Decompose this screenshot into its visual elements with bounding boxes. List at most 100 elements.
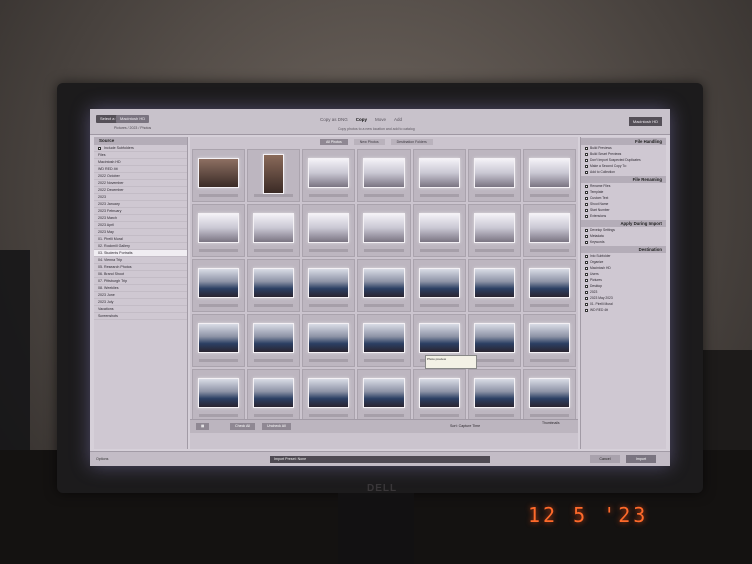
checkbox-icon[interactable] (585, 260, 588, 264)
checkbox-icon[interactable] (585, 202, 588, 206)
photo-thumbnail[interactable] (302, 149, 356, 202)
folder-item[interactable]: 2022 November (94, 180, 187, 187)
section-header[interactable]: File Handling (581, 138, 666, 145)
photo-thumbnail[interactable] (467, 369, 521, 422)
checkbox-icon[interactable] (585, 266, 588, 270)
checkbox-icon[interactable] (98, 146, 101, 150)
photo-thumbnail[interactable] (247, 149, 301, 202)
include-subfolders-toggle[interactable]: Include Subfolders (94, 145, 187, 152)
tab-new-photos[interactable]: New Photos (353, 139, 385, 145)
photo-thumbnail[interactable] (192, 369, 246, 422)
grid-view-button[interactable]: ▦ (196, 423, 210, 430)
uncheck-all-button[interactable]: Uncheck All (262, 423, 291, 430)
folder-item[interactable]: 2022 October (94, 173, 187, 180)
sort-control[interactable]: Sort: Capture Time (450, 424, 480, 428)
folder-item[interactable]: 2023 February (94, 208, 187, 215)
photo-thumbnail[interactable] (412, 204, 466, 257)
check-all-button[interactable]: Check All (230, 423, 255, 430)
folder-item[interactable]: 2023 June (94, 292, 187, 299)
photo-thumbnail[interactable] (302, 314, 356, 367)
tab-destination-folders[interactable]: Destination Folders (390, 139, 433, 145)
checkbox-icon[interactable] (585, 228, 588, 232)
cancel-button[interactable]: Cancel (590, 455, 620, 463)
tab-all-photos[interactable]: All Photos (320, 139, 348, 145)
thumbnail-size-slider[interactable]: Thumbnails (542, 421, 560, 425)
photo-thumbnail[interactable] (522, 149, 576, 202)
photo-thumbnail[interactable] (357, 259, 411, 312)
photo-thumbnail[interactable] (522, 204, 576, 257)
folder-item[interactable]: 2023 January (94, 201, 187, 208)
option-row[interactable]: Add to Collection (581, 169, 666, 175)
photo-thumbnail[interactable] (357, 204, 411, 257)
section-header[interactable]: File Renaming (581, 176, 666, 183)
photo-thumbnail[interactable] (357, 149, 411, 202)
checkbox-icon[interactable] (585, 146, 588, 150)
checkbox-icon[interactable] (585, 208, 588, 212)
folder-item[interactable]: 08. Weeklies (94, 285, 187, 292)
checkbox-icon[interactable] (585, 284, 588, 288)
checkbox-icon[interactable] (585, 308, 588, 312)
photo-thumbnail[interactable] (357, 369, 411, 422)
photo-thumbnail[interactable] (522, 259, 576, 312)
folder-item[interactable]: WD RED 4tt (94, 166, 187, 173)
checkbox-icon[interactable] (585, 158, 588, 162)
photo-thumbnail[interactable] (192, 204, 246, 257)
folder-item[interactable]: 02. Rockmill Gallery (94, 243, 187, 250)
mode-copy-as-dng[interactable]: Copy as DNG (320, 117, 348, 122)
checkbox-icon[interactable] (585, 152, 588, 156)
checkbox-icon[interactable] (585, 302, 588, 306)
source-drive[interactable]: Macintosh HD (116, 115, 150, 123)
photo-thumbnail[interactable] (302, 204, 356, 257)
section-header[interactable]: Destination (581, 246, 666, 253)
import-button[interactable]: Import (626, 455, 656, 463)
photo-thumbnail[interactable] (192, 314, 246, 367)
photo-thumbnail[interactable] (302, 369, 356, 422)
checkbox-icon[interactable] (585, 184, 588, 188)
mode-copy[interactable]: Copy (356, 117, 367, 122)
checkbox-icon[interactable] (585, 214, 588, 218)
checkbox-icon[interactable] (585, 240, 588, 244)
checkbox-icon[interactable] (585, 190, 588, 194)
folder-item[interactable]: Screenshots (94, 313, 187, 320)
checkbox-icon[interactable] (585, 170, 588, 174)
mode-move[interactable]: Move (375, 117, 386, 122)
photo-thumbnail[interactable] (412, 259, 466, 312)
checkbox-icon[interactable] (585, 278, 588, 282)
source-panel-title[interactable]: Source (94, 137, 187, 145)
folder-item[interactable]: Macintosh HD (94, 159, 187, 166)
option-row[interactable]: WD RED 4tt (581, 307, 666, 313)
photo-thumbnail[interactable] (192, 149, 246, 202)
photo-thumbnail[interactable] (247, 204, 301, 257)
folder-item[interactable]: 2022 December (94, 187, 187, 194)
photo-thumbnail[interactable] (522, 369, 576, 422)
folder-item[interactable]: Vacations (94, 306, 187, 313)
photo-thumbnail[interactable] (247, 314, 301, 367)
checkbox-icon[interactable] (585, 296, 588, 300)
sort-value[interactable]: Capture Time (459, 424, 481, 428)
folder-item[interactable]: 01. Pirelli Mural (94, 236, 187, 243)
photo-thumbnail[interactable] (412, 369, 466, 422)
collapse-options[interactable]: Options (96, 457, 108, 461)
checkbox-icon[interactable] (585, 290, 588, 294)
folder-item[interactable]: 07. Pittsburgh Trip (94, 278, 187, 285)
mode-add[interactable]: Add (394, 117, 402, 122)
destination-selector[interactable]: Macintosh HD (628, 117, 662, 126)
checkbox-icon[interactable] (585, 196, 588, 200)
folder-item[interactable]: 04. Vienna Trip (94, 257, 187, 264)
photo-thumbnail[interactable] (467, 149, 521, 202)
checkbox-icon[interactable] (585, 234, 588, 238)
photo-thumbnail[interactable] (467, 259, 521, 312)
photo-thumbnail[interactable] (357, 314, 411, 367)
folder-item[interactable]: 2023 March (94, 215, 187, 222)
folder-item[interactable]: 2023 (94, 194, 187, 201)
photo-thumbnail[interactable] (412, 149, 466, 202)
checkbox-icon[interactable] (585, 272, 588, 276)
folder-item[interactable]: 2023 May (94, 229, 187, 236)
photo-thumbnail[interactable] (247, 369, 301, 422)
checkbox-icon[interactable] (585, 254, 588, 258)
import-preset[interactable]: Import Preset: None (270, 456, 490, 463)
folder-item[interactable]: 06. Brand Shoot (94, 271, 187, 278)
section-header[interactable]: Apply During Import (581, 220, 666, 227)
folder-item[interactable]: 2023 April (94, 222, 187, 229)
folder-item[interactable]: 03. Students Portraits (94, 250, 187, 257)
